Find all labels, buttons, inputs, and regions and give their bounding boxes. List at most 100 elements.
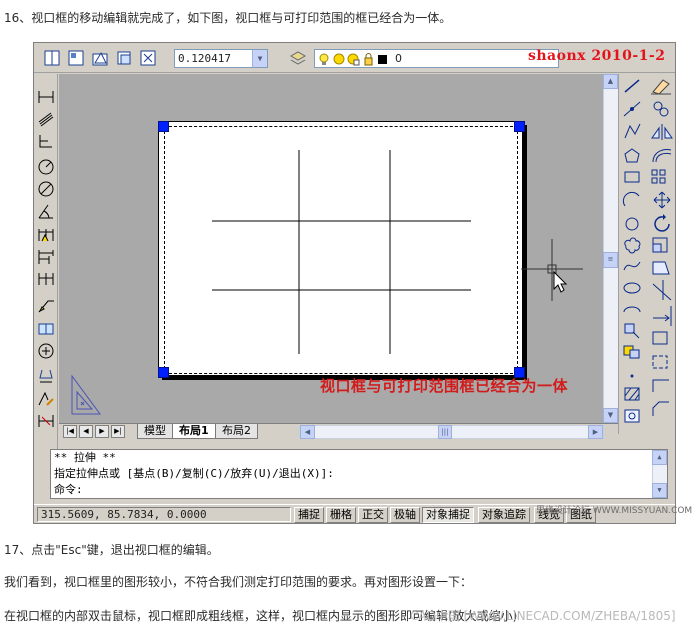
polygon-icon [624, 148, 640, 163]
viewport-frame[interactable] [164, 126, 518, 374]
viewport-annotation: 视口框与可打印范围框已经合为一体 [320, 377, 569, 395]
osnap-button[interactable]: 对象捕捉 [422, 507, 474, 523]
arc-icon [622, 191, 640, 207]
dim-update-icon[interactable] [36, 412, 56, 430]
last-tab-icon[interactable]: ▶| [111, 425, 125, 438]
scroll-left-icon[interactable]: ◀ [300, 425, 315, 439]
layout-viewports-icon[interactable] [42, 48, 62, 68]
horizontal-scrollbar[interactable]: ◀ ||| ▶ [299, 425, 604, 439]
grid-button[interactable]: 栅格 [326, 507, 356, 523]
scroll-thumb[interactable]: ≡ [603, 252, 618, 268]
copy-icon [653, 101, 669, 117]
region-icon [624, 409, 640, 423]
otrack-button[interactable]: 对象追踪 [478, 507, 530, 523]
grip-bottom-right[interactable] [514, 367, 525, 378]
grip-bottom-left[interactable] [158, 367, 169, 378]
insert-block-icon [624, 323, 640, 339]
viewport-scale-combo[interactable]: 0.120417 ▼ [174, 49, 268, 68]
first-tab-icon[interactable]: |◀ [63, 425, 77, 438]
continue-dim-icon[interactable] [36, 270, 56, 288]
tab-layout2[interactable]: 布局2 [215, 424, 258, 439]
line-icon [624, 79, 640, 93]
autocad-window: 0.120417 ▼ 0 shaonx 2010-1-2 视口框与可打印范围框已… [33, 42, 692, 524]
command-scrollbar[interactable]: ▲ ▼ [652, 450, 667, 498]
quick-dim-icon[interactable] [36, 226, 56, 244]
stretch-icon [652, 261, 670, 275]
scroll-down-icon[interactable]: ▼ [652, 483, 667, 498]
coordinate-readout: 315.5609, 85.7834, 0.0000 [37, 507, 291, 522]
aligned-dim-icon[interactable] [36, 110, 56, 128]
array-icon [651, 169, 666, 184]
break-icon [652, 355, 668, 369]
ellipse-icon [623, 282, 641, 294]
sun-icon [333, 53, 345, 65]
author-signature: shaonx 2010-1-2 [528, 48, 666, 64]
explanation-line-1: 我们看到，视口框里的图形较小，不符合我们测定打印范围的要求。再对图形设置一下： [4, 575, 473, 589]
clip-viewport-icon[interactable] [138, 48, 158, 68]
snap-button[interactable]: 捕捉 [294, 507, 324, 523]
ordinate-dim-icon[interactable] [36, 132, 56, 150]
center-mark-icon[interactable] [36, 342, 56, 360]
bottom-watermark: CAD中国 [WWW.LINECAD.COM/ZHEBA/1805] [410, 609, 676, 623]
color-swatch-icon [378, 55, 387, 64]
vertical-scrollbar[interactable]: ▲ ≡ ▼ [603, 74, 618, 423]
grip-top-right[interactable] [514, 121, 525, 132]
extend-icon [653, 306, 672, 326]
angular-dim-icon[interactable] [36, 202, 56, 220]
grip-top-left[interactable] [158, 121, 169, 132]
polygonal-viewport-icon[interactable] [90, 48, 110, 68]
chamfer-icon [652, 401, 669, 416]
paper-space-ucs-icon [68, 374, 104, 420]
layer-manager-icon[interactable] [288, 48, 308, 68]
break-at-point-icon [652, 331, 668, 345]
scroll-up-icon[interactable]: ▲ [652, 450, 667, 465]
erase-icon [651, 79, 671, 95]
point-icon [630, 374, 634, 378]
crosshair-cursor [521, 239, 593, 315]
scroll-right-icon[interactable]: ▶ [588, 425, 603, 439]
scroll-up-icon[interactable]: ▲ [603, 74, 618, 89]
layer-combo[interactable]: 0 [314, 49, 559, 68]
tab-model[interactable]: 模型 [137, 424, 173, 439]
next-tab-icon[interactable]: ▶ [95, 425, 109, 438]
hscroll-thumb[interactable]: ||| [438, 425, 452, 439]
dim-text-edit-icon[interactable] [36, 390, 56, 408]
linear-dim-icon[interactable] [36, 88, 56, 106]
dim-edit-icon[interactable] [36, 368, 56, 386]
trim-icon [652, 280, 672, 301]
ortho-button[interactable]: 正交 [358, 507, 388, 523]
offset-icon [652, 149, 672, 163]
command-history-line-2: 指定拉伸点或 [基点(B)/复制(C)/放弃(U)/退出(X)]: [54, 467, 334, 480]
tab-layout1[interactable]: 布局1 [172, 424, 216, 439]
radius-dim-icon[interactable] [36, 158, 56, 176]
sun-viewport-icon [347, 53, 360, 66]
step-16-text: 16、视口框的移动编辑就完成了，如下图，视口框与可打印范围的框已经合为一体。 [4, 11, 452, 25]
join-icon [652, 379, 669, 392]
ellipse-arc-icon [623, 306, 641, 313]
step-17-text: 17、点击"Esc"键，退出视口框的编辑。 [4, 543, 219, 557]
lock-icon [364, 53, 373, 66]
scale-icon [652, 237, 668, 253]
rotate-icon [654, 214, 670, 232]
draw-modify-icons [622, 79, 673, 423]
command-window[interactable]: ** 拉伸 ** 指定拉伸点或 [基点(B)/复制(C)/放弃(U)/退出(X)… [50, 449, 668, 499]
viewport-scale-value: 0.120417 [178, 52, 231, 65]
tolerance-icon[interactable] [36, 320, 56, 338]
diameter-dim-icon[interactable] [36, 180, 56, 198]
polar-button[interactable]: 极轴 [390, 507, 420, 523]
convert-object-viewport-icon[interactable] [114, 48, 134, 68]
make-block-icon [623, 345, 640, 359]
command-prompt[interactable]: 命令: [54, 482, 83, 498]
site-watermark: 思缘设计论坛 WWW.MISSYUAN.COM [536, 506, 693, 516]
single-viewport-icon[interactable] [66, 48, 86, 68]
layout-drawing-area[interactable]: 视口框与可打印范围框已经合为一体 [59, 74, 603, 423]
construction-line-icon [623, 101, 641, 117]
baseline-dim-icon[interactable] [36, 248, 56, 266]
hatch-icon [624, 387, 640, 401]
leader-icon[interactable] [36, 296, 56, 314]
prev-tab-icon[interactable]: ◀ [79, 425, 93, 438]
layer-name: 0 [395, 52, 402, 65]
chevron-down-icon[interactable]: ▼ [252, 50, 267, 67]
scroll-down-icon[interactable]: ▼ [603, 408, 618, 423]
draw-modify-toolbars [618, 74, 675, 434]
